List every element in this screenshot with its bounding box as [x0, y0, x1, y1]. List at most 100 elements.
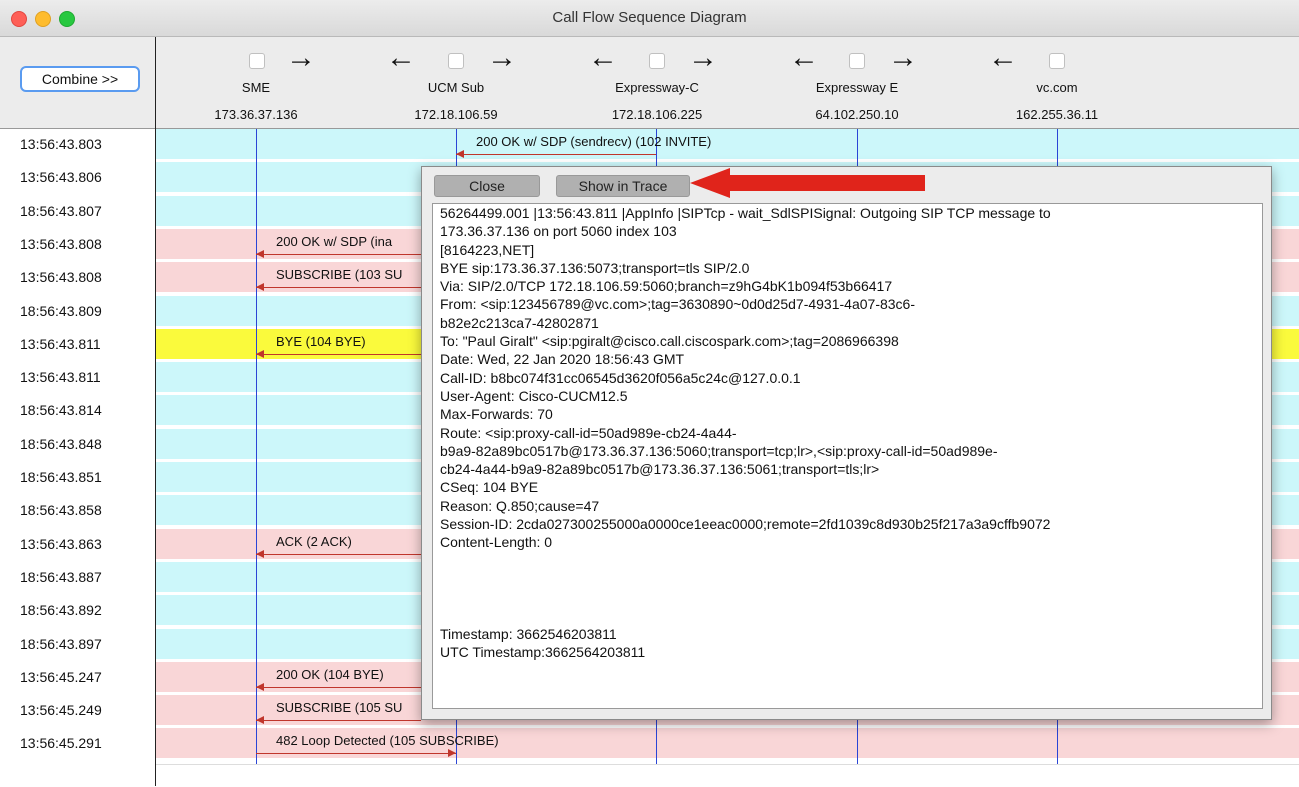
message-arrowhead-icon	[456, 150, 464, 158]
message-label[interactable]: SUBSCRIBE (103 SU	[276, 267, 402, 282]
trace-line: cb24-4a44-b9a9-82a89bc0517b@173.36.37.13…	[440, 461, 880, 478]
message-label[interactable]: SUBSCRIBE (105 SU	[276, 700, 402, 715]
row-timestamp: 18:56:43.851	[20, 469, 102, 485]
endpoint-checkbox-expressway-c[interactable]	[649, 53, 665, 69]
message-arrowhead-icon	[256, 716, 264, 725]
trace-line: Timestamp: 3662546203811	[440, 625, 617, 642]
row-timestamp: 13:56:43.808	[20, 269, 102, 286]
row-timestamp: 18:56:43.807	[20, 202, 102, 219]
message-arrowhead-icon	[256, 249, 264, 258]
trace-line	[433, 552, 1262, 570]
close-button[interactable]: Close	[434, 175, 540, 197]
arrow-left-icon[interactable]: ←	[988, 43, 1018, 73]
row-timestamp: 13:56:43.803	[20, 136, 102, 152]
message-arrow-line	[256, 287, 421, 289]
table-row[interactable]: 13:56:45.291	[0, 728, 1299, 759]
row-timestamp: 18:56:43.809	[20, 302, 102, 319]
message-arrow-line	[256, 553, 421, 555]
message-arrow-line	[256, 753, 456, 755]
trace-line: Session-ID: 2cda027300255000a0000ce1eeac…	[440, 516, 1051, 533]
window-title: Call Flow Sequence Diagram	[552, 9, 747, 26]
message-arrowhead-icon	[256, 682, 264, 691]
row-timestamp: 13:56:43.811	[20, 335, 101, 352]
title-bar: Call Flow Sequence Diagram	[0, 0, 1299, 37]
trace-line: 56264499.001 |13:56:43.811 |AppInfo |SIP…	[440, 205, 1051, 221]
endpoint-checkbox-expressway-e[interactable]	[849, 53, 865, 69]
message-arrowhead-icon	[256, 283, 264, 292]
trace-line: Reason: Q.850;cause=47	[440, 497, 600, 514]
message-label[interactable]: 200 OK w/ SDP (sendrecv) (102 INVITE)	[476, 134, 711, 149]
trace-line: CSeq: 104 BYE	[440, 479, 539, 496]
message-arrow-line	[456, 154, 656, 155]
message-label[interactable]: 482 Loop Detected (105 SUBSCRIBE)	[276, 733, 499, 748]
message-arrowhead-icon	[256, 349, 264, 358]
endpoint-name-sme: SME	[241, 80, 271, 95]
arrow-right-icon[interactable]: →	[487, 43, 517, 73]
lifeline-sme	[256, 129, 257, 764]
arrow-right-icon[interactable]: →	[688, 43, 718, 73]
trace-line: b9a9-82a89bc0517b@173.36.37.136:5060;tra…	[440, 442, 998, 459]
message-label[interactable]: 200 OK w/ SDP (ina	[276, 234, 392, 249]
endpoint-name-expressway-e: Expressway E	[815, 80, 899, 95]
trace-line	[433, 570, 1262, 588]
trace-line: 173.36.37.136 on port 5060 index 103	[440, 223, 677, 240]
message-label[interactable]: BYE (104 BYE)	[276, 334, 366, 349]
row-timestamp: 18:56:43.858	[20, 502, 102, 519]
trace-line: Max-Forwards: 70	[440, 406, 553, 423]
trace-line: [8164223,NET]	[440, 241, 535, 258]
arrow-left-icon[interactable]: ←	[386, 43, 416, 73]
endpoint-name-vc-com: vc.com	[1036, 80, 1078, 95]
annotation-arrow-icon	[690, 168, 925, 198]
arrow-right-icon[interactable]: →	[286, 43, 316, 73]
endpoint-name-expressway-c: Expressway-C	[615, 80, 699, 95]
arrow-left-icon[interactable]: ←	[588, 43, 618, 73]
endpoint-ip-sme: 173.36.37.136	[214, 107, 298, 122]
trace-line: User-Agent: Cisco-CUCM12.5	[440, 387, 628, 404]
message-arrow-line	[256, 353, 421, 355]
arrow-right-icon[interactable]: →	[888, 43, 918, 73]
trace-line: From: <sip:123456789@vc.com>;tag=3630890…	[440, 296, 915, 313]
message-detail-popup: Close Show in Trace 56264499.001 |13:56:…	[421, 166, 1272, 720]
trace-line: Route: <sip:proxy-call-id=50ad989e-cb24-…	[440, 424, 737, 441]
endpoint-ip-expressway-c: 172.18.106.225	[611, 107, 703, 122]
endpoint-name-ucm-sub: UCM Sub	[427, 80, 485, 95]
trace-line	[433, 607, 1262, 625]
endpoint-checkbox-sme[interactable]	[249, 53, 265, 69]
row-timestamp: 13:56:45.291	[20, 735, 102, 752]
endpoint-ip-vc-com: 162.255.36.11	[1015, 107, 1099, 122]
endpoint-checkbox-vc-com[interactable]	[1049, 53, 1065, 69]
arrow-left-icon[interactable]: ←	[789, 43, 819, 73]
trace-line: Via: SIP/2.0/TCP 172.18.106.59:5060;bran…	[440, 278, 893, 295]
row-timestamp: 13:56:43.863	[20, 535, 102, 552]
row-timestamp: 18:56:43.897	[20, 635, 102, 652]
timestamp-divider	[155, 37, 156, 786]
trace-line: To: "Paul Giralt" <sip:pgiralt@cisco.cal…	[440, 333, 899, 350]
trace-line: Content-Length: 0	[440, 534, 553, 551]
message-arrowhead-icon	[256, 549, 264, 558]
row-timestamp: 18:56:43.892	[20, 602, 102, 619]
row-timestamp: 13:56:45.247	[20, 668, 102, 685]
trace-line: BYE sip:173.36.37.136:5073;transport=tls…	[440, 259, 750, 276]
endpoint-checkbox-ucm-sub[interactable]	[448, 53, 464, 69]
row-timestamp: 13:56:43.808	[20, 235, 102, 252]
row-timestamp: 18:56:43.848	[20, 435, 102, 452]
message-label[interactable]: 200 OK (104 BYE)	[276, 667, 384, 682]
endpoint-ip-expressway-e: 64.102.250.10	[815, 107, 899, 122]
message-detail-text[interactable]: 56264499.001 |13:56:43.811 |AppInfo |SIP…	[432, 203, 1263, 709]
show-in-trace-button[interactable]: Show in Trace	[556, 175, 690, 197]
message-arrow-line	[256, 686, 421, 688]
trace-line	[433, 588, 1262, 606]
combine-button[interactable]: Combine >>	[20, 66, 140, 92]
trace-line: b82e2c213ca7-42802871	[440, 314, 599, 331]
endpoint-ip-ucm-sub: 172.18.106.59	[414, 107, 498, 122]
row-timestamp: 13:56:43.806	[20, 169, 102, 186]
row-timestamp: 18:56:43.814	[20, 402, 102, 419]
row-background	[156, 129, 1299, 159]
horizontal-scroll-area[interactable]	[156, 764, 1299, 787]
message-arrowhead-icon	[448, 749, 456, 758]
message-arrow-line	[256, 720, 421, 722]
trace-line: Date: Wed, 22 Jan 2020 18:56:43 GMT	[440, 351, 685, 368]
message-label[interactable]: ACK (2 ACK)	[276, 534, 352, 549]
row-timestamp: 13:56:45.249	[20, 702, 102, 719]
trace-line: UTC Timestamp:3662564203811	[440, 644, 646, 661]
